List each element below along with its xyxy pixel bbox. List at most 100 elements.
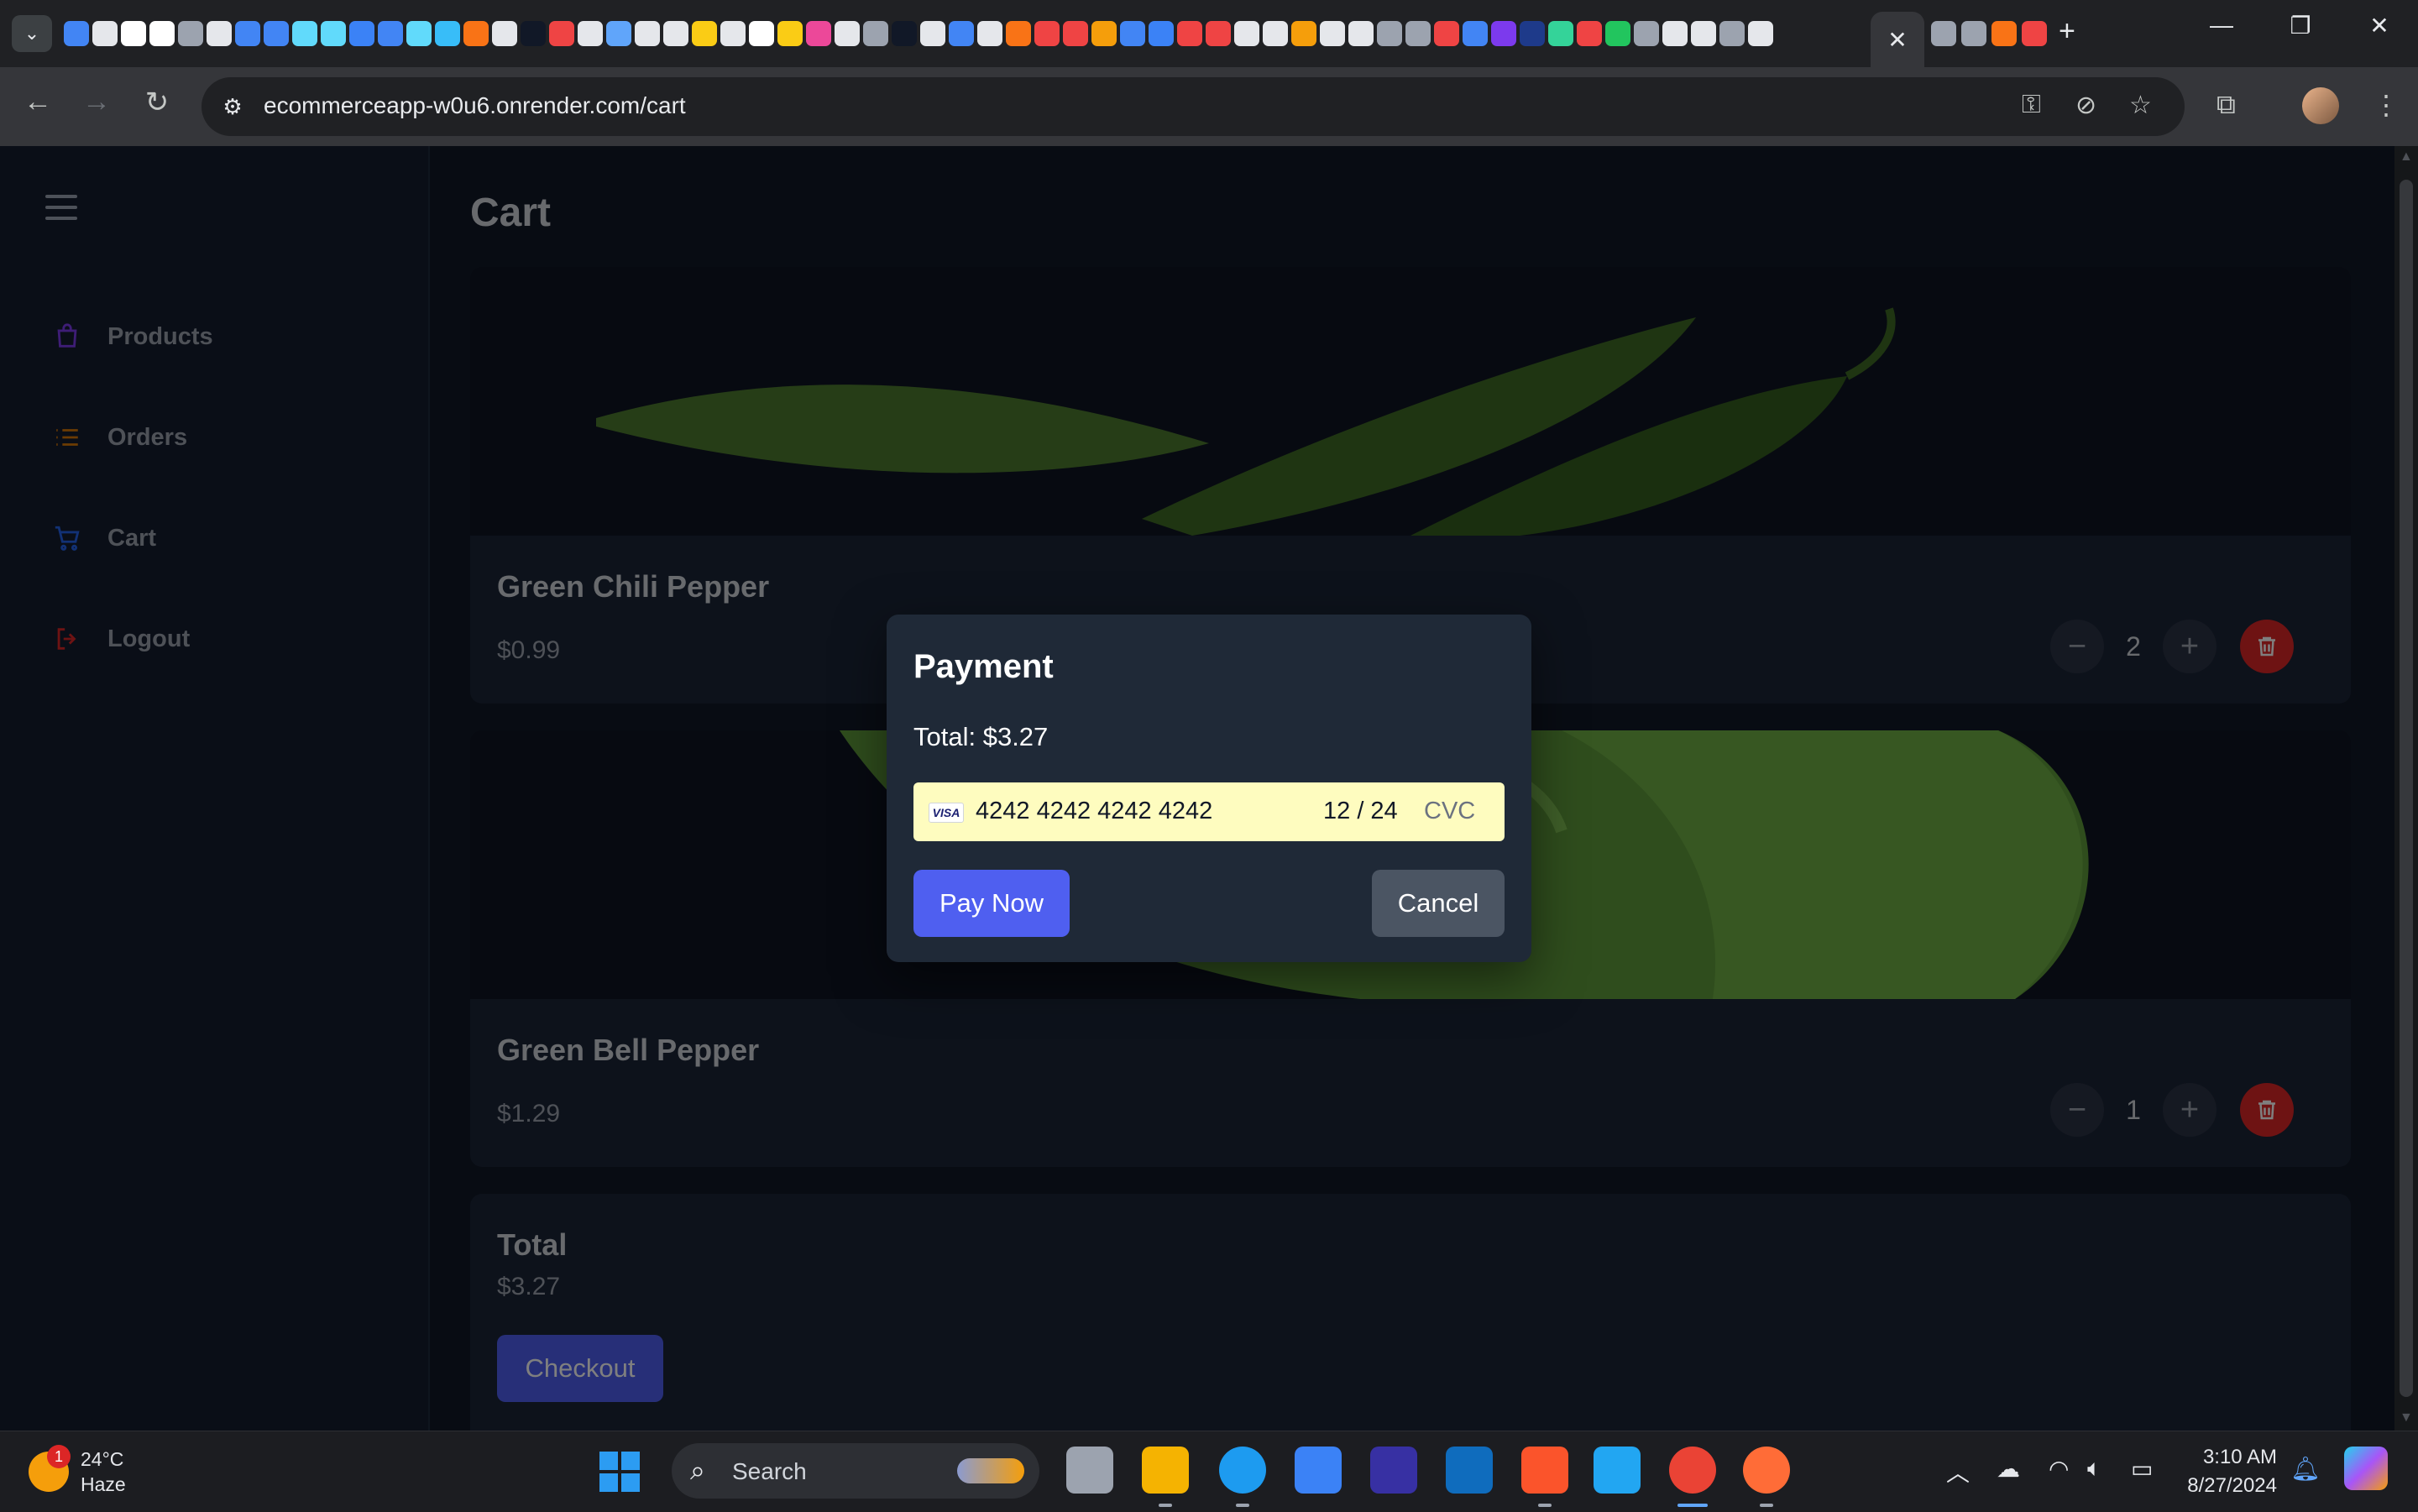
tab-favicon-icon[interactable] (863, 21, 888, 46)
tab-favicon-icon[interactable] (1348, 21, 1374, 46)
tab-favicon-icon[interactable] (207, 21, 232, 46)
minimize-button[interactable]: — (2196, 12, 2247, 39)
card-cvc-input[interactable]: CVC (1424, 798, 1475, 825)
tab-favicon-icon[interactable] (1006, 21, 1031, 46)
back-button[interactable]: ← (17, 86, 59, 118)
tab-favicon-icon[interactable] (692, 21, 717, 46)
close-window-button[interactable]: ✕ (2354, 12, 2405, 39)
profile-avatar[interactable] (2302, 87, 2339, 124)
site-info-icon[interactable]: ⚙ (217, 91, 249, 123)
card-expiry-input[interactable]: 12 / 24 (1323, 798, 1398, 825)
tab-favicon-icon[interactable] (1405, 21, 1431, 46)
tab-favicon-icon[interactable] (1548, 21, 1573, 46)
app-pen-icon[interactable] (1743, 1447, 1790, 1494)
password-key-icon[interactable]: ⚿ (2022, 91, 2041, 119)
tab-favicon-icon[interactable] (663, 21, 688, 46)
chrome-icon[interactable] (1669, 1447, 1716, 1494)
globe-icon[interactable] (1961, 21, 1986, 46)
tab-favicon-icon[interactable] (578, 21, 603, 46)
tab-favicon-icon[interactable] (549, 21, 574, 46)
battery-icon[interactable]: ▭ (2131, 1455, 2153, 1483)
card-number-input[interactable]: 4242 4242 4242 4242 (976, 798, 1212, 825)
brave-icon[interactable] (1521, 1447, 1568, 1494)
right-tabs[interactable] (1931, 17, 2047, 46)
weather-widget[interactable]: 1 24°C Haze (29, 1445, 126, 1497)
forward-button[interactable]: → (76, 86, 118, 118)
tab-favicon-icon[interactable] (1149, 21, 1174, 46)
globe-icon[interactable] (1931, 21, 1956, 46)
tab-favicon-icon[interactable] (1034, 21, 1060, 46)
card-details-field[interactable]: VISA 4242 4242 4242 4242 12 / 24 CVC (913, 782, 1505, 841)
copilot-icon[interactable] (2344, 1447, 2388, 1490)
show-hidden-icons[interactable]: ︿ (1946, 1455, 1970, 1488)
tab-favicon-icon[interactable] (92, 21, 118, 46)
app-m-icon[interactable] (1370, 1447, 1417, 1494)
tab-favicon-icon[interactable] (949, 21, 974, 46)
restore-button[interactable]: ❐ (2275, 12, 2326, 39)
tab-favicon-icon[interactable] (378, 21, 403, 46)
taskbar-search[interactable]: ⌕ Search (672, 1443, 1039, 1499)
tab-search-button[interactable]: ⌄ (12, 15, 52, 52)
tab-favicon-icon[interactable] (406, 21, 432, 46)
pinned-tabs[interactable] (64, 17, 1869, 50)
tab-favicon-icon[interactable] (1263, 21, 1288, 46)
tab-favicon-icon[interactable] (1206, 21, 1231, 46)
tab-favicon-icon[interactable] (264, 21, 289, 46)
tab-favicon-icon[interactable] (777, 21, 803, 46)
reload-button[interactable]: ↻ (136, 86, 178, 119)
tab-favicon-icon[interactable] (892, 21, 917, 46)
tab-favicon-icon[interactable] (1520, 21, 1545, 46)
tab-favicon-icon[interactable] (1577, 21, 1602, 46)
tab-favicon-icon[interactable] (492, 21, 517, 46)
system-clock[interactable]: 3:10 AM 8/27/2024 (2176, 1443, 2277, 1500)
tab-favicon-icon[interactable] (1091, 21, 1117, 46)
onedrive-icon[interactable]: ☁ (1997, 1455, 2020, 1483)
tab-close-icon[interactable]: ✕ (1887, 26, 1907, 54)
tab-favicon-icon[interactable] (1234, 21, 1259, 46)
tab-favicon-icon[interactable] (606, 21, 631, 46)
tab-favicon-icon[interactable] (806, 21, 831, 46)
tab-favicon-icon[interactable] (435, 21, 460, 46)
tab-favicon-icon[interactable] (521, 21, 546, 46)
tab-favicon-icon[interactable] (149, 21, 175, 46)
tab-favicon-icon[interactable] (1434, 21, 1459, 46)
tab-favicon-icon[interactable] (349, 21, 374, 46)
tab-favicon-icon[interactable] (121, 21, 146, 46)
tab-favicon-icon[interactable] (1377, 21, 1402, 46)
tab-favicon-icon[interactable] (292, 21, 317, 46)
app-n-icon[interactable] (2022, 21, 2047, 46)
file-explorer-icon[interactable] (1142, 1447, 1189, 1494)
tab-favicon-icon[interactable] (1177, 21, 1202, 46)
wifi-icon[interactable]: ◠ (2049, 1455, 2069, 1483)
menu-dots-icon[interactable]: ⋮ (2373, 89, 2400, 121)
volume-icon[interactable]: 🔈︎ (2087, 1455, 2101, 1483)
tab-favicon-icon[interactable] (463, 21, 489, 46)
tab-favicon-icon[interactable] (635, 21, 660, 46)
tab-favicon-icon[interactable] (1291, 21, 1316, 46)
tab-favicon-icon[interactable] (1748, 21, 1773, 46)
tab-favicon-icon[interactable] (749, 21, 774, 46)
tab-favicon-icon[interactable] (64, 21, 89, 46)
tab-favicon-icon[interactable] (1662, 21, 1688, 46)
outlook-icon[interactable] (1446, 1447, 1493, 1494)
tab-favicon-icon[interactable] (1691, 21, 1716, 46)
bookmark-star-icon[interactable]: ☆ (2129, 91, 2152, 120)
address-bar[interactable]: ⚙ ecommerceapp-w0u6.onrender.com/cart ⚿ … (202, 77, 2185, 136)
notifications-bell-icon[interactable]: 🔔︎ (2290, 1455, 2321, 1483)
tab-favicon-icon[interactable] (977, 21, 1002, 46)
extensions-icon[interactable]: ⧉ (2216, 89, 2236, 121)
stackoverflow-icon[interactable] (1991, 21, 2017, 46)
task-view-icon[interactable] (1066, 1447, 1113, 1494)
eye-off-icon[interactable]: ⊘ (2075, 91, 2096, 120)
new-tab-button[interactable]: + (2059, 15, 2075, 48)
tab-favicon-icon[interactable] (1634, 21, 1659, 46)
tab-favicon-icon[interactable] (1605, 21, 1630, 46)
pay-now-button[interactable]: Pay Now (913, 870, 1070, 937)
vscode-icon[interactable] (1594, 1447, 1641, 1494)
active-tab[interactable]: ✕ (1871, 12, 1924, 67)
tab-favicon-icon[interactable] (835, 21, 860, 46)
url-text[interactable]: ecommerceapp-w0u6.onrender.com/cart (264, 92, 686, 119)
tab-favicon-icon[interactable] (1063, 21, 1088, 46)
tab-favicon-icon[interactable] (1463, 21, 1488, 46)
tab-favicon-icon[interactable] (720, 21, 746, 46)
